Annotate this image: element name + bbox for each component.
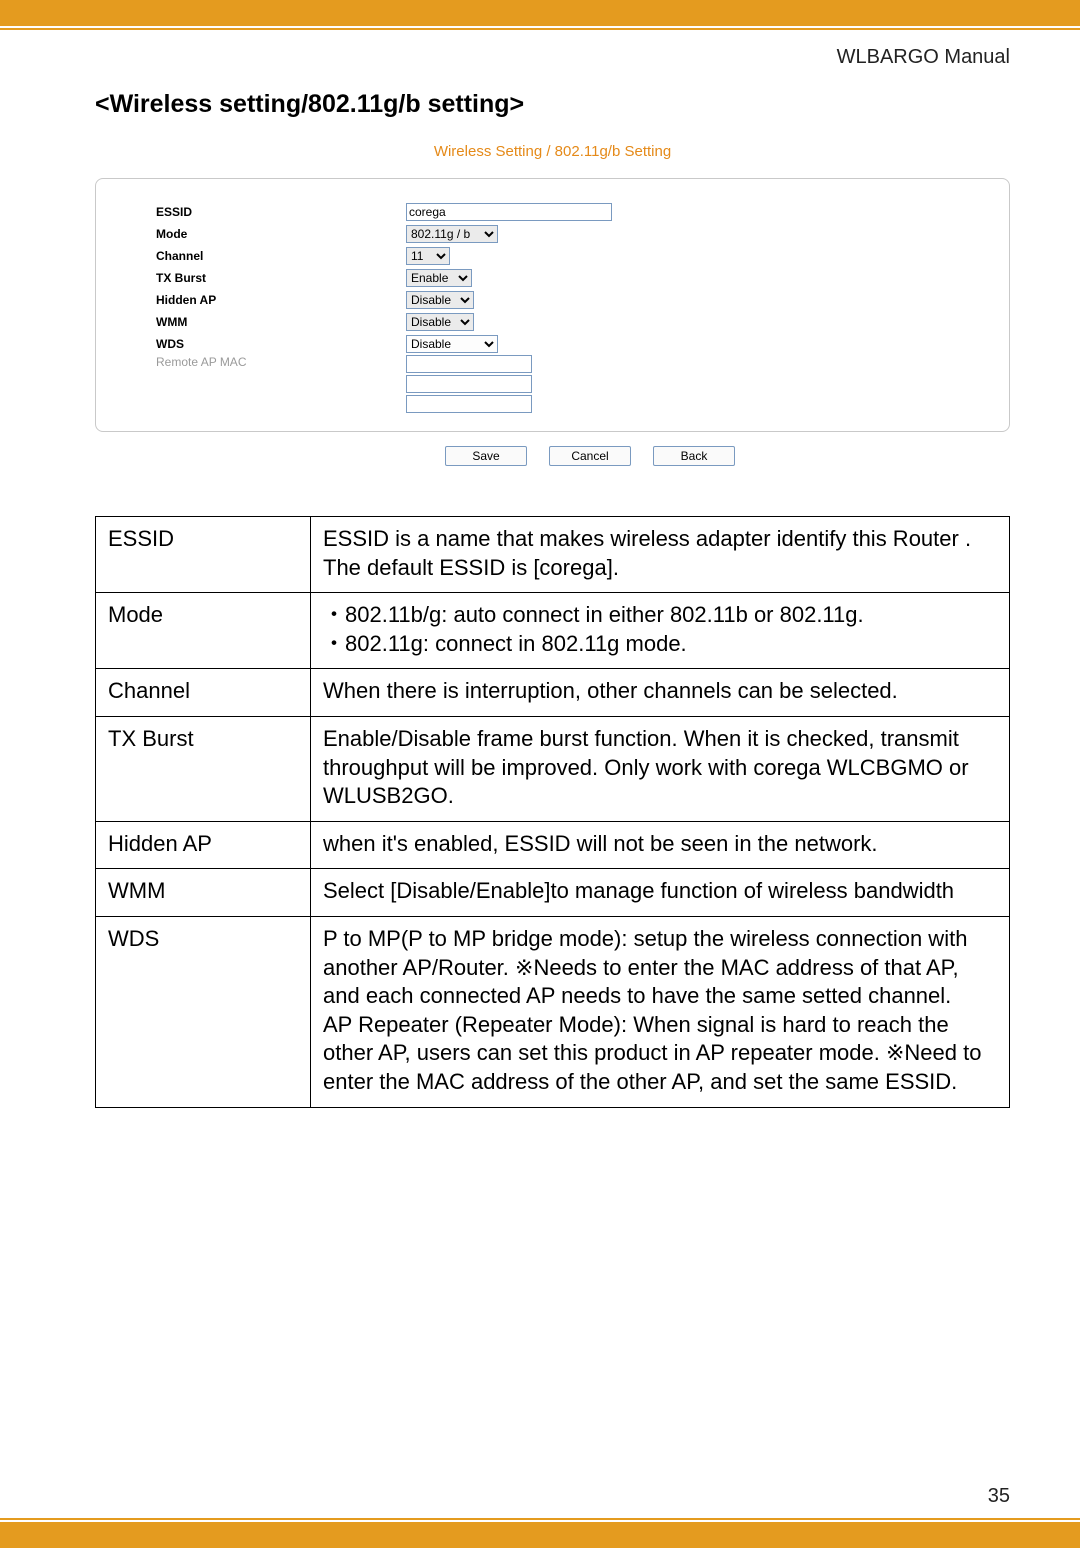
table-row: Mode・802.11b/g: auto connect in either 8… xyxy=(96,593,1010,669)
table-value: When there is interruption, other channe… xyxy=(311,669,1010,717)
table-value: Select [Disable/Enable]to manage functio… xyxy=(311,869,1010,917)
bottom-bar xyxy=(0,1522,1080,1548)
table-row: Hidden APwhen it's enabled, ESSID will n… xyxy=(96,821,1010,869)
label-hiddenap: Hidden AP xyxy=(156,293,406,307)
table-key: Mode xyxy=(96,593,311,669)
divider xyxy=(0,1518,1080,1520)
table-key: WMM xyxy=(96,869,311,917)
settings-screenshot: Wireless Setting / 802.11g/b Setting ESS… xyxy=(95,143,1010,466)
label-channel: Channel xyxy=(156,249,406,263)
table-value: Enable/Disable frame burst function. Whe… xyxy=(311,716,1010,821)
label-wds: WDS xyxy=(156,337,406,351)
table-row: WDSP to MP(P to MP bridge mode): setup t… xyxy=(96,916,1010,1107)
table-value: when it's enabled, ESSID will not be see… xyxy=(311,821,1010,869)
label-mode: Mode xyxy=(156,227,406,241)
label-wmm: WMM xyxy=(156,315,406,329)
table-row: ChannelWhen there is interruption, other… xyxy=(96,669,1010,717)
screenshot-caption: Wireless Setting / 802.11g/b Setting xyxy=(95,143,1010,160)
mode-select[interactable]: 802.11g / b xyxy=(406,225,498,243)
hiddenap-select[interactable]: Disable xyxy=(406,291,474,309)
table-value: ・802.11b/g: auto connect in either 802.1… xyxy=(311,593,1010,669)
table-key: Channel xyxy=(96,669,311,717)
table-key: ESSID xyxy=(96,517,311,593)
manual-title: WLBARGO Manual xyxy=(837,46,1010,69)
table-row: TX BurstEnable/Disable frame burst funct… xyxy=(96,716,1010,821)
remote-mac-input-1[interactable] xyxy=(406,355,532,373)
table-key: TX Burst xyxy=(96,716,311,821)
page-number: 35 xyxy=(988,1485,1010,1508)
cancel-button[interactable]: Cancel xyxy=(549,446,631,466)
table-row: WMMSelect [Disable/Enable]to manage func… xyxy=(96,869,1010,917)
top-bar xyxy=(0,0,1080,26)
label-essid: ESSID xyxy=(156,205,406,219)
essid-input[interactable] xyxy=(406,203,612,221)
section-heading: <Wireless setting/802.11g/b setting> xyxy=(95,90,1010,119)
divider xyxy=(0,28,1080,30)
channel-select[interactable]: 11 xyxy=(406,247,450,265)
back-button[interactable]: Back xyxy=(653,446,735,466)
remote-mac-input-2[interactable] xyxy=(406,375,532,393)
txburst-select[interactable]: Enable xyxy=(406,269,472,287)
table-value: ESSID is a name that makes wireless adap… xyxy=(311,517,1010,593)
label-remote-mac: Remote AP MAC xyxy=(156,355,406,369)
wds-select[interactable]: Disable xyxy=(406,335,498,353)
table-key: Hidden AP xyxy=(96,821,311,869)
settings-panel: ESSID Mode 802.11g / b Channel 11 xyxy=(95,178,1010,432)
label-txburst: TX Burst xyxy=(156,271,406,285)
description-table: ESSIDESSID is a name that makes wireless… xyxy=(95,516,1010,1108)
table-row: ESSIDESSID is a name that makes wireless… xyxy=(96,517,1010,593)
table-key: WDS xyxy=(96,916,311,1107)
remote-mac-input-3[interactable] xyxy=(406,395,532,413)
save-button[interactable]: Save xyxy=(445,446,527,466)
table-value: P to MP(P to MP bridge mode): setup the … xyxy=(311,916,1010,1107)
wmm-select[interactable]: Disable xyxy=(406,313,474,331)
